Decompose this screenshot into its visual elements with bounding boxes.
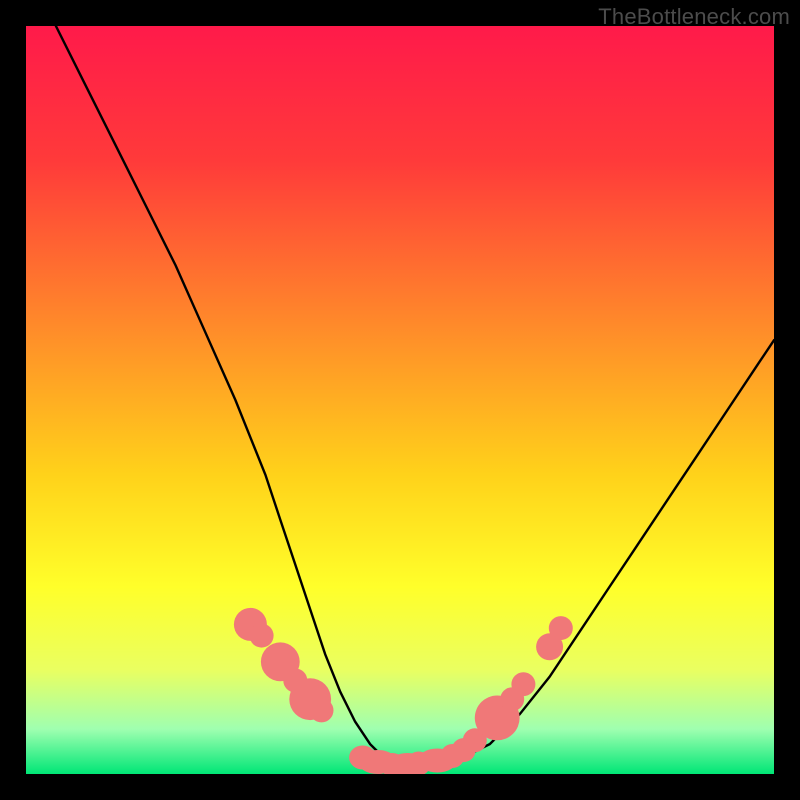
watermark-text: TheBottleneck.com [598,4,790,30]
highlight-dot [511,672,535,696]
highlight-dot [310,698,334,722]
chart-svg [26,26,774,774]
gradient-background [26,26,774,774]
highlight-dot [549,616,573,640]
highlight-dot [250,624,274,648]
chart-frame [26,26,774,774]
